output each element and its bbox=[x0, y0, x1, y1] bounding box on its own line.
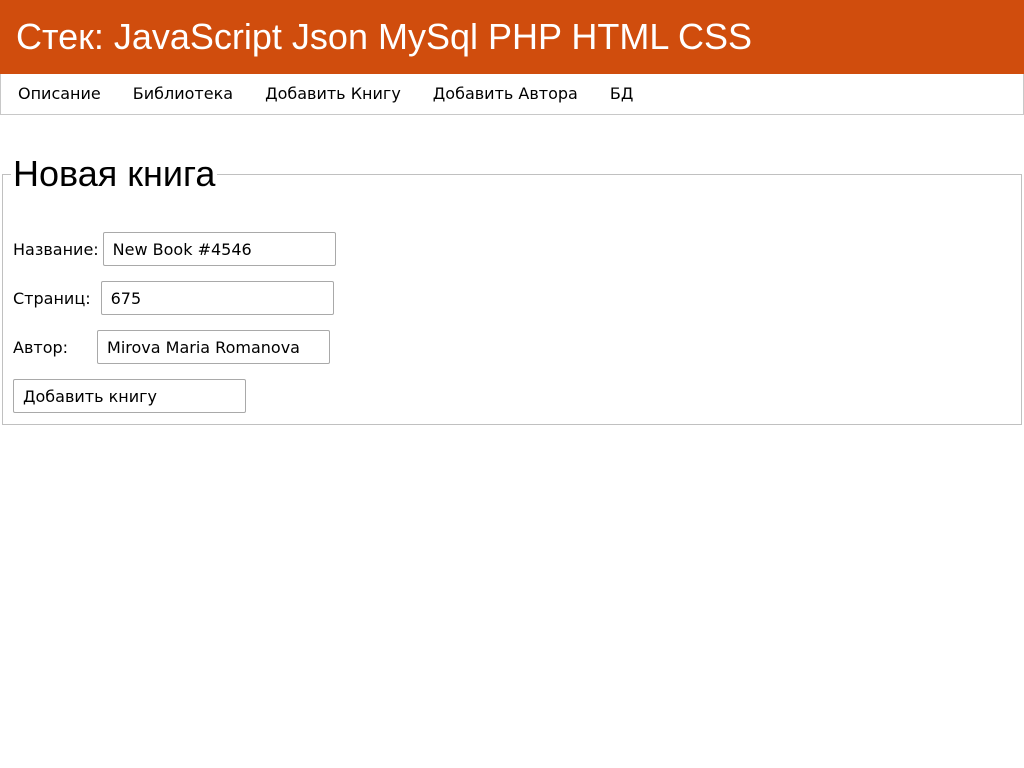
title-row: Название: bbox=[13, 232, 336, 266]
author-select[interactable] bbox=[97, 330, 331, 364]
site-header: Стек: JavaScript Json MySql PHP HTML CSS bbox=[0, 0, 1024, 74]
pages-label: Страниц: bbox=[13, 288, 91, 308]
nav-item-library[interactable]: Библиотека bbox=[117, 74, 249, 114]
nav-item-db[interactable]: БД bbox=[594, 74, 649, 114]
pages-input[interactable] bbox=[100, 281, 334, 315]
nav-item-add-author[interactable]: Добавить Автора bbox=[417, 74, 594, 114]
nav-item-description[interactable]: Описание bbox=[2, 74, 117, 114]
site-title: Стек: JavaScript Json MySql PHP HTML CSS bbox=[16, 16, 753, 57]
nav-item-add-book[interactable]: Добавить Книгу bbox=[249, 74, 417, 114]
pages-row: Страниц: bbox=[13, 281, 334, 315]
title-input[interactable] bbox=[102, 232, 336, 266]
new-book-form: Новая книга Название: Страниц: Автор: До… bbox=[2, 153, 1022, 425]
add-book-button[interactable]: Добавить книгу bbox=[13, 379, 246, 413]
main-nav: Описание Библиотека Добавить Книгу Добав… bbox=[0, 74, 1024, 115]
title-label: Название: bbox=[13, 239, 99, 259]
author-label: Автор: bbox=[13, 337, 69, 357]
form-legend: Новая книга bbox=[11, 153, 218, 195]
author-row: Автор: bbox=[13, 330, 331, 364]
